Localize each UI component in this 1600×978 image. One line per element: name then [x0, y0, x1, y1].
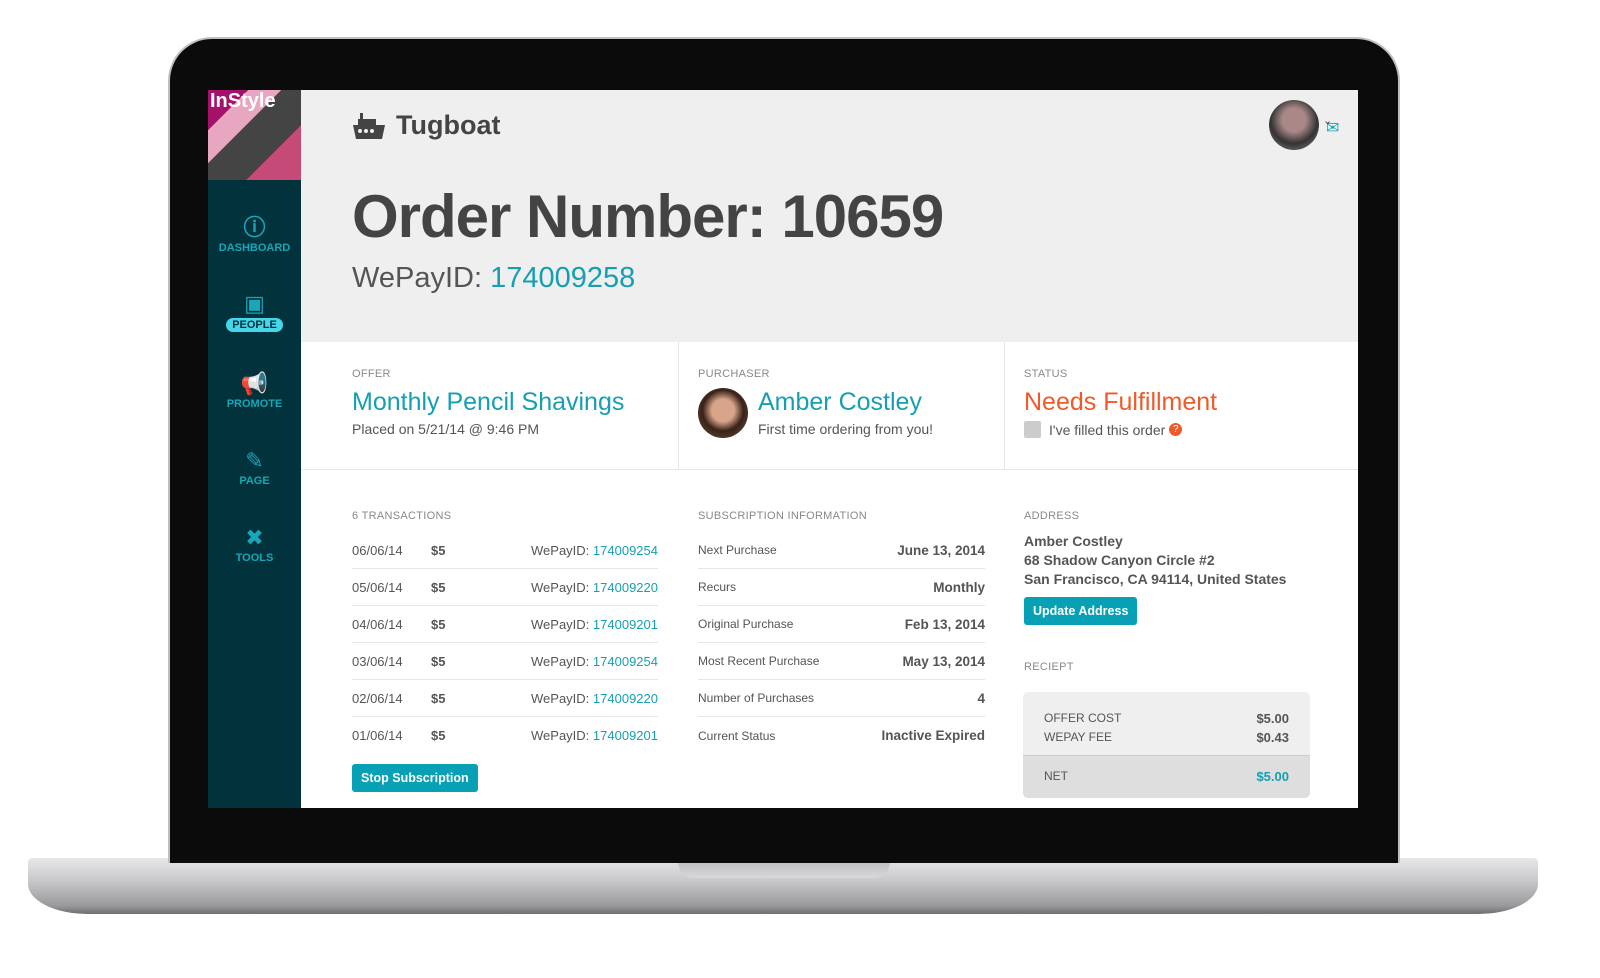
- pencil-icon: ✎: [245, 448, 264, 473]
- purchaser-name[interactable]: Amber Costley: [758, 388, 933, 417]
- stop-subscription-button[interactable]: Stop Subscription: [352, 764, 478, 792]
- transaction-date: 01/06/14: [352, 728, 403, 743]
- subscription-section: SUBSCRIPTION INFORMATION Next Purchase Ju…: [698, 510, 985, 754]
- transaction-row: 01/06/14 $5 WePayID: 174009201: [352, 717, 658, 754]
- subscription-row: Number of Purchases 4: [698, 680, 985, 717]
- transaction-wepay-id[interactable]: 174009220: [593, 691, 658, 706]
- subscription-row: Current Status Inactive Expired: [698, 717, 985, 754]
- transaction-wepay-id[interactable]: 174009201: [593, 617, 658, 632]
- offer-name[interactable]: Monthly Pencil Shavings: [352, 388, 678, 417]
- update-address-button[interactable]: Update Address: [1024, 597, 1138, 625]
- offer-card: OFFER Monthly Pencil Shavings Placed on …: [301, 342, 679, 470]
- transaction-date: 06/06/14: [352, 542, 403, 558]
- wepay-label: WePayID:: [531, 542, 590, 558]
- wepay-label: WePayID:: [531, 579, 590, 595]
- subscription-key: Original Purchase: [698, 617, 794, 631]
- order-header: Tugboat ✉ ⌄ Order Number: 10659 WePayID:…: [301, 90, 1358, 342]
- address-book-icon: ▣: [244, 291, 265, 316]
- transaction-row: 06/06/14 $5 WePayID: 174009254: [352, 532, 658, 569]
- page-title: Order Number: 10659: [352, 183, 944, 250]
- order-wepay-id: WePayID: 174009258: [352, 262, 636, 294]
- transactions-section: 6 TRANSACTIONS 06/06/14 $5 WePayID: 174009…: [352, 510, 658, 792]
- subscription-value: Feb 13, 2014: [904, 616, 985, 632]
- transaction-amount: $5: [431, 690, 446, 706]
- transaction-amount: $5: [431, 616, 446, 632]
- subscription-row: Next Purchase June 13, 2014: [698, 532, 985, 569]
- transactions-list: 06/06/14 $5 WePayID: 174009254 05/06/14 $5 We…: [352, 532, 658, 754]
- purchaser-card: PURCHASER Amber Costley First time order…: [679, 342, 1005, 470]
- transaction-amount: $5: [431, 542, 446, 558]
- status-card: STATUS Needs Fulfillment I've filled thi…: [1005, 342, 1358, 470]
- address-section: ADDRESS Amber Costley 68 Shadow Canyon C…: [1024, 510, 1287, 673]
- transaction-amount: $5: [431, 653, 446, 669]
- transaction-wepay-id[interactable]: 174009254: [593, 543, 658, 558]
- subscription-key: Most Recent Purchase: [698, 654, 820, 668]
- subscription-key: Current Status: [698, 728, 776, 743]
- transaction-row: 02/06/14 $5 WePayID: 174009220: [352, 680, 658, 717]
- transaction-date: 02/06/14: [352, 690, 403, 706]
- transaction-row: 03/06/14 $5 WePayID: 174009254: [352, 643, 658, 680]
- filled-order-checkbox[interactable]: [1024, 421, 1041, 438]
- subscription-row: Recurs Monthly: [698, 569, 985, 606]
- transaction-amount: $5: [431, 579, 446, 595]
- purchaser-avatar: [698, 388, 748, 438]
- app-logo[interactable]: Tugboat: [352, 110, 500, 141]
- transaction-date: 05/06/14: [352, 579, 403, 595]
- subscription-value: Monthly: [933, 579, 985, 595]
- help-icon[interactable]: ?: [1169, 423, 1183, 436]
- transaction-date: 03/06/14: [352, 653, 403, 669]
- subscription-value: Inactive Expired: [881, 728, 985, 743]
- gauge-icon: ⓘ: [243, 215, 266, 240]
- brand-thumbnail[interactable]: InStyle: [208, 90, 301, 180]
- sidebar-item-tools[interactable]: ✖ TOOLS: [208, 524, 301, 564]
- megaphone-icon: 📢: [240, 371, 269, 396]
- transaction-amount: $5: [431, 728, 446, 743]
- transaction-wepay-id[interactable]: 174009201: [593, 728, 658, 743]
- sidebar-item-people[interactable]: ▣ PEOPLE: [208, 290, 301, 332]
- subscription-key: Number of Purchases: [698, 691, 815, 705]
- chevron-down-icon[interactable]: ⌄: [1323, 114, 1332, 127]
- sidebar: InStyle ⓘ DASHBOARD ▣ PEOPLE 📢 PROMOTE ✎ PAG…: [208, 90, 301, 808]
- subscription-value: May 13, 2014: [902, 653, 985, 669]
- wepay-label: WePayID:: [531, 653, 590, 669]
- app-screen: InStyle ⓘ DASHBOARD ▣ PEOPLE 📢 PROMOTE ✎ PAG…: [208, 90, 1358, 808]
- subscription-row: Most Recent Purchase May 13, 2014: [698, 643, 985, 680]
- status-value: Needs Fulfillment: [1024, 388, 1218, 416]
- tugboat-icon: [353, 112, 385, 139]
- sidebar-item-dashboard[interactable]: ⓘ DASHBOARD: [208, 214, 301, 254]
- subscription-list: Next Purchase June 13, 2014 Recurs Monthly O…: [698, 532, 985, 754]
- sidebar-item-page[interactable]: ✎ PAGE: [208, 447, 301, 487]
- transaction-wepay-id[interactable]: 174009254: [593, 654, 658, 669]
- receipt-box: OFFER COST WEPAY FEE $5.00 $0.43 NET $5.00: [1023, 692, 1310, 798]
- wepay-label: WePayID:: [531, 690, 590, 706]
- subscription-value: June 13, 2014: [897, 542, 985, 558]
- transaction-wepay-id[interactable]: 174009220: [593, 580, 658, 595]
- wepay-label: WePayID:: [531, 616, 590, 632]
- transaction-date: 04/06/14: [352, 616, 403, 632]
- transaction-row: 05/06/14 $5 WePayID: 174009220: [352, 569, 658, 606]
- tools-icon: ✖: [245, 525, 264, 550]
- sidebar-item-promote[interactable]: 📢 PROMOTE: [208, 370, 301, 410]
- transaction-row: 04/06/14 $5 WePayID: 174009201: [352, 606, 658, 643]
- subscription-key: Recurs: [698, 580, 737, 594]
- subscription-value: 4: [977, 690, 985, 706]
- subscription-row: Original Purchase Feb 13, 2014: [698, 606, 985, 643]
- wepay-label: WePayID:: [531, 728, 590, 743]
- user-avatar[interactable]: [1269, 100, 1319, 150]
- subscription-key: Next Purchase: [698, 543, 777, 557]
